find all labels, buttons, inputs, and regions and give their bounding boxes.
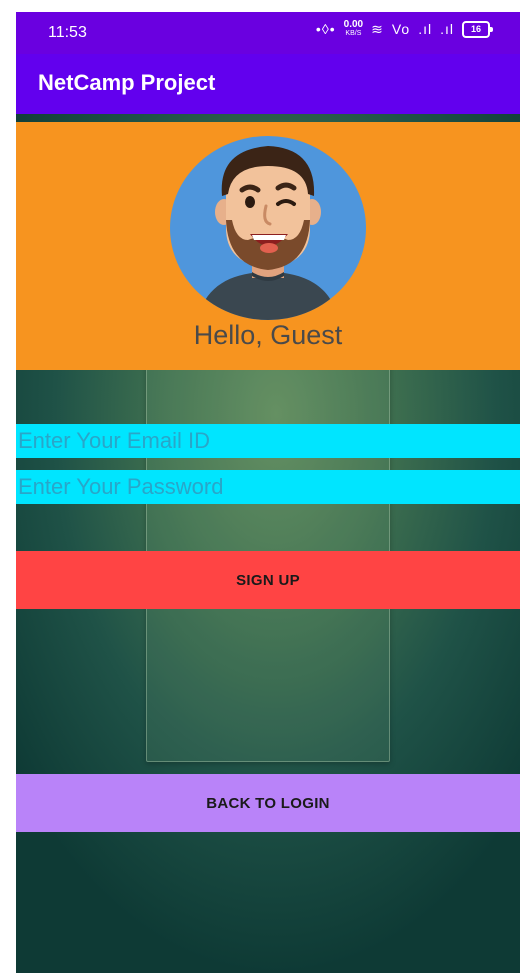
vibrate-icon: •◊• [315,21,336,37]
volte-icon: Vo [391,21,411,37]
back-to-login-button[interactable]: BACK TO LOGIN [16,774,520,832]
signal-strength-icon: .ıl [418,21,433,37]
network-speed-value: 0.00 [343,19,364,30]
password-field[interactable] [16,470,520,504]
network-speed-unit: KB/S [345,30,362,37]
phone-screen: 11:53 •◊• 0.00 KB/S ≋ Vo .ıl .ıl 16 NetC… [16,12,520,973]
status-icons: •◊• 0.00 KB/S ≋ Vo .ıl .ıl 16 [315,20,493,38]
wifi-icon: ≋ [371,20,384,37]
signal-strength-icon-2: .ıl [440,21,454,37]
status-time: 11:53 [48,24,87,41]
status-bar: 11:53 •◊• 0.00 KB/S ≋ Vo .ıl .ıl 16 [16,12,520,54]
email-field[interactable] [16,424,520,458]
app-bar: NetCamp Project [16,54,520,114]
greeting-text: Hello, Guest [193,320,343,350]
sign-up-button[interactable]: SIGN UP [16,551,520,609]
app-title: NetCamp Project [38,70,216,95]
battery-icon: 16 [462,20,493,38]
avatar-man-winking-icon [170,136,366,320]
profile-header: Hello, Guest [16,122,520,370]
network-speed-indicator: 0.00 KB/S [344,20,363,38]
